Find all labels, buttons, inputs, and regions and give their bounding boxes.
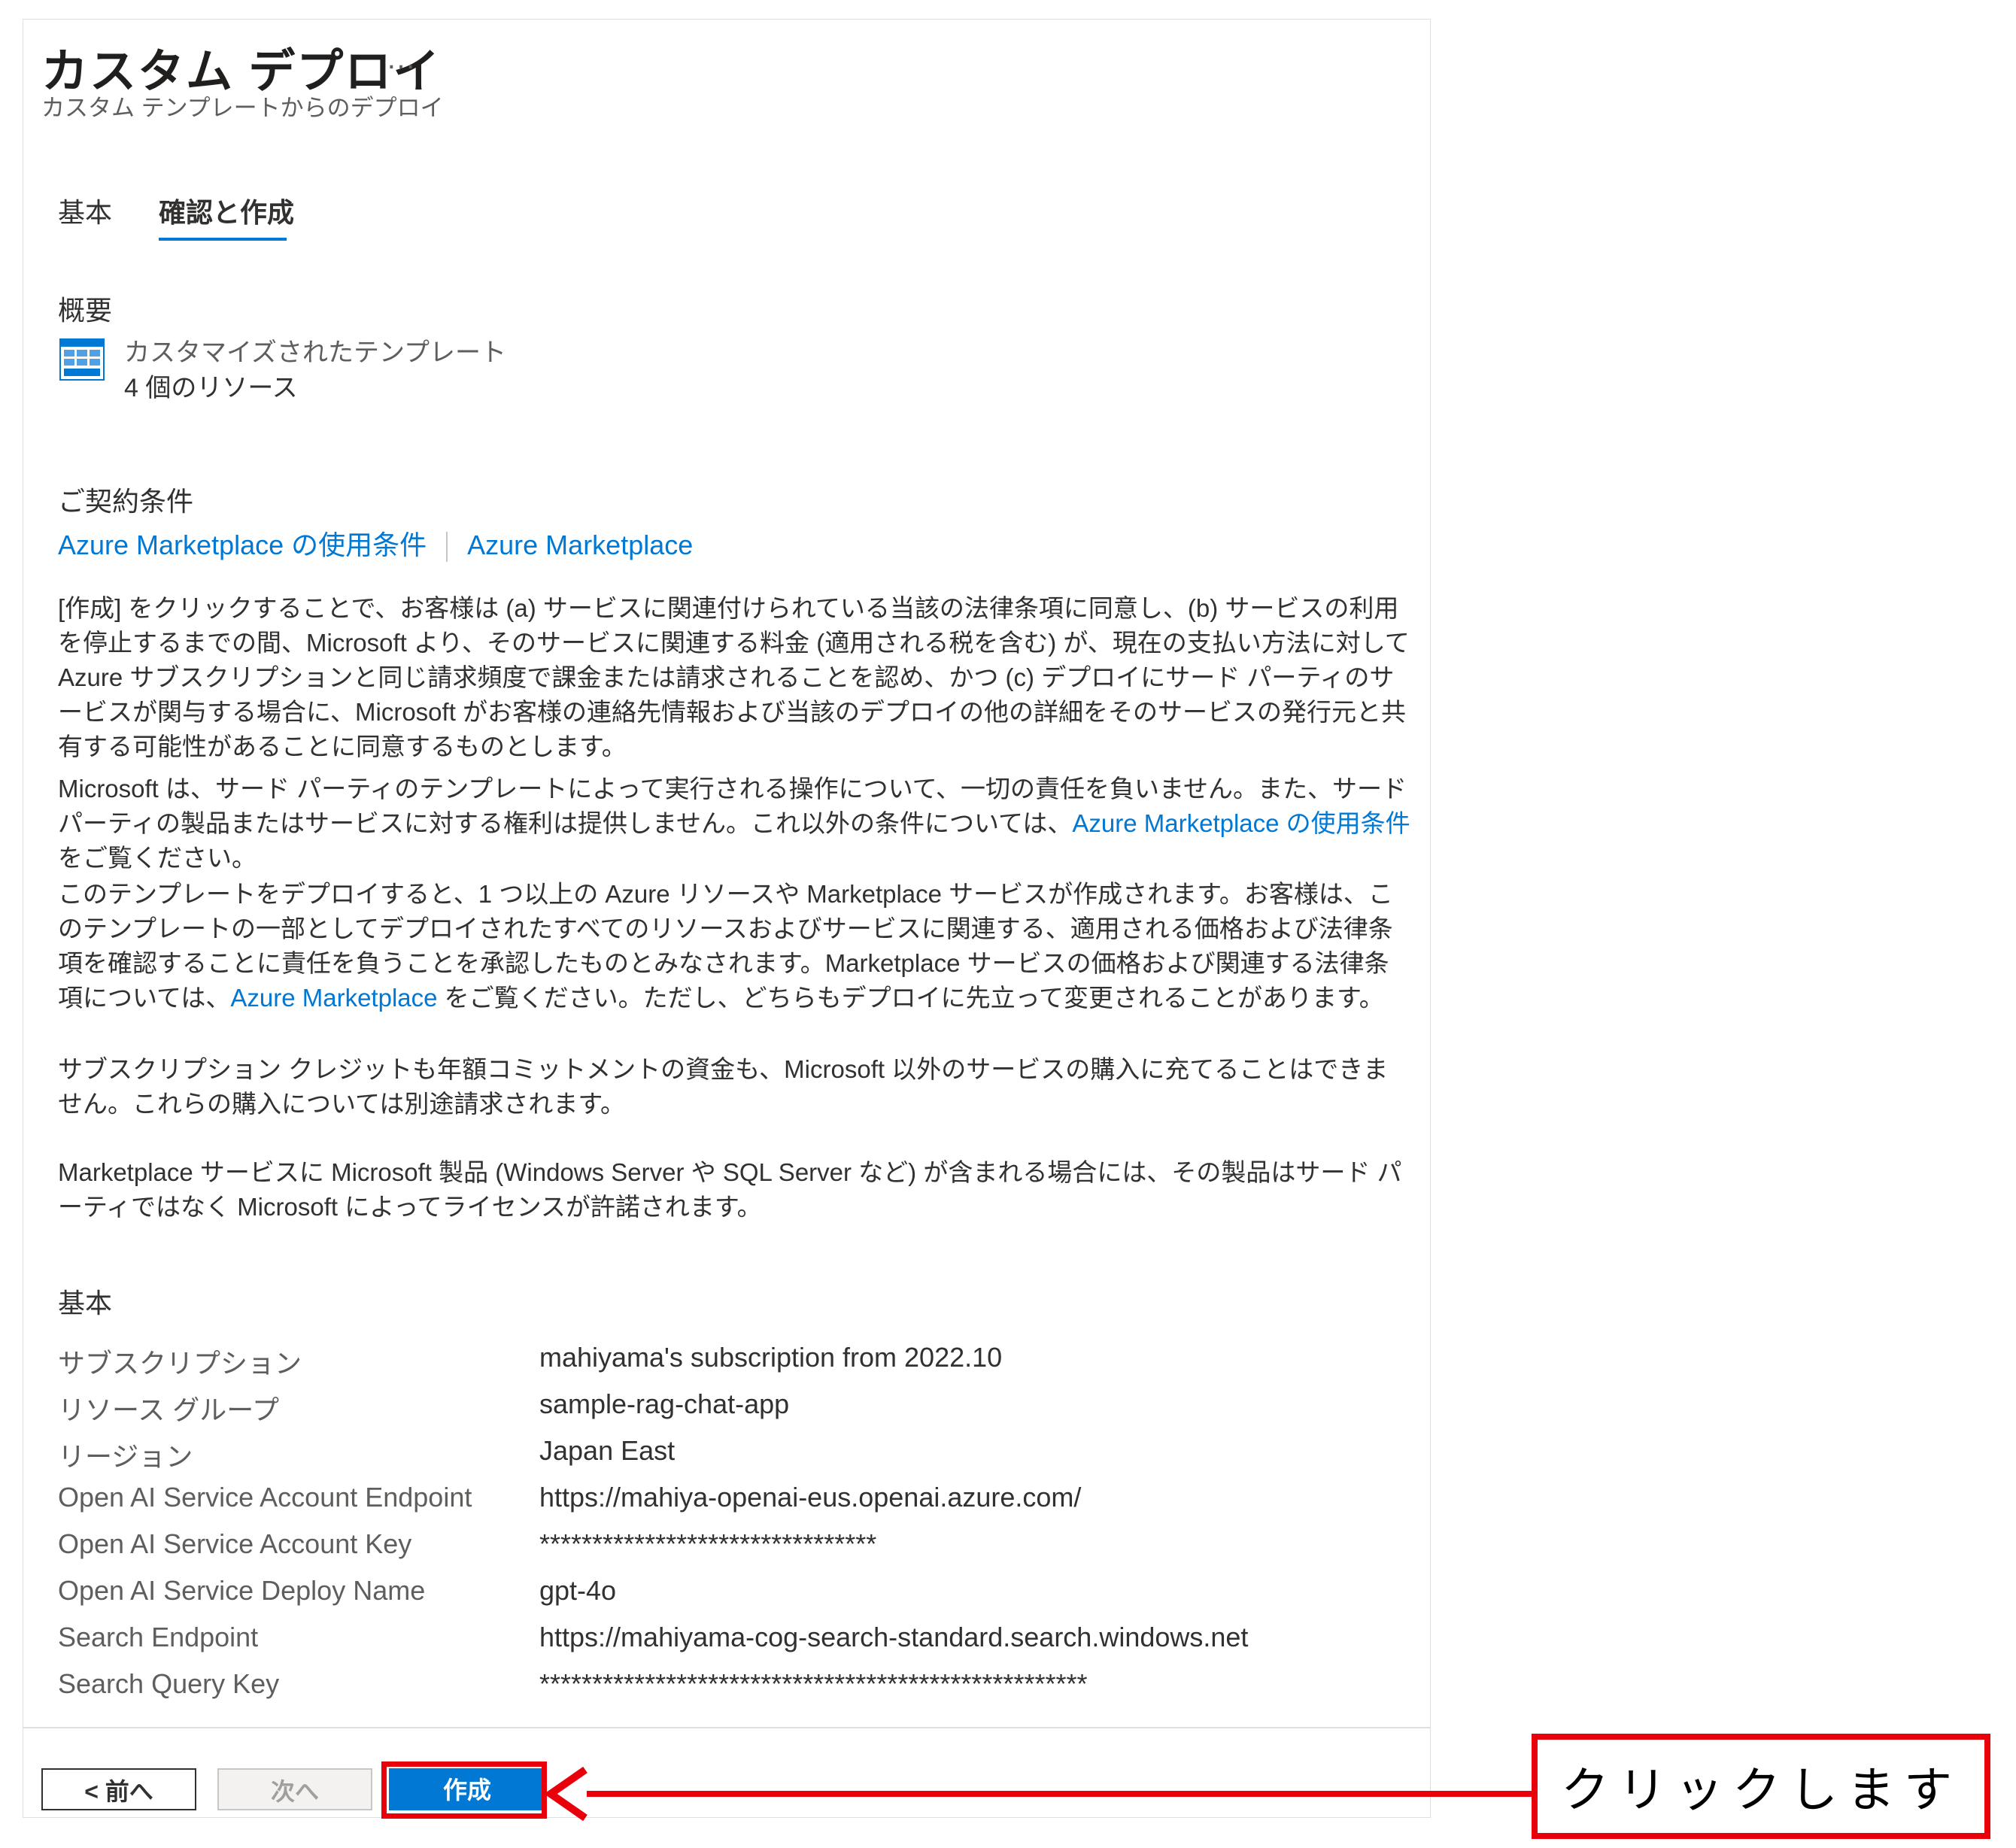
openai-key-label: Open AI Service Account Key bbox=[58, 1528, 412, 1559]
marketplace-terms-inline-link[interactable]: Azure Marketplace の使用条件 bbox=[1072, 809, 1410, 837]
search-query-key-value: ****************************************… bbox=[539, 1668, 1088, 1699]
tab-review-create[interactable]: 確認と作成 bbox=[159, 191, 294, 230]
terms-paragraph-2: Microsoft は、サード パーティのテンプレートによって実行される操作につ… bbox=[58, 772, 1412, 875]
marketplace-inline-link[interactable]: Azure Marketplace bbox=[230, 984, 437, 1012]
link-divider bbox=[446, 532, 448, 563]
terms-paragraph-5: Marketplace サービスに Microsoft 製品 (Windows … bbox=[58, 1158, 1402, 1221]
terms-paragraph-2-tail: をご覧ください。 bbox=[58, 844, 257, 872]
tab-basics[interactable]: 基本 bbox=[58, 191, 112, 230]
subscription-value: mahiyama's subscription from 2022.10 bbox=[539, 1342, 1003, 1373]
terms-paragraph-1: [作成] をクリックすることで、お客様は (a) サービスに関連付けられている当… bbox=[58, 594, 1410, 760]
resource-group-value: sample-rag-chat-app bbox=[539, 1388, 790, 1419]
terms-paragraph-3-tail: をご覧ください。ただし、どちらもデプロイに先立って変更されることがあります。 bbox=[437, 984, 1384, 1012]
next-button[interactable]: 次へ bbox=[217, 1768, 372, 1810]
page-subtitle: カスタム テンプレートからのデプロイ bbox=[41, 95, 444, 121]
terms-links: Azure Marketplace の使用条件 Azure Marketplace bbox=[58, 523, 693, 563]
search-endpoint-label: Search Endpoint bbox=[58, 1622, 259, 1652]
callout-arrow bbox=[544, 1766, 1533, 1822]
summary-heading: 概要 bbox=[58, 295, 113, 326]
summary-template-label: カスタマイズされたテンプレート bbox=[124, 338, 506, 367]
terms-heading: ご契約条件 bbox=[58, 486, 194, 517]
region-value: Japan East bbox=[539, 1435, 676, 1466]
openai-key-value: ******************************** bbox=[539, 1528, 877, 1559]
click-callout: クリックします bbox=[1532, 1734, 1990, 1839]
previous-button[interactable]: < 前へ bbox=[41, 1768, 196, 1810]
openai-deploy-name-value: gpt-4o bbox=[539, 1575, 617, 1606]
active-tab-indicator bbox=[159, 238, 287, 241]
region-label: リージョン bbox=[58, 1441, 193, 1472]
summary-resource-count: 4 個のリソース bbox=[124, 374, 298, 402]
search-query-key-label: Search Query Key bbox=[58, 1668, 280, 1699]
deploy-panel: カスタム デプロイ … カスタム テンプレートからのデプロイ 基本 確認と作成 … bbox=[23, 19, 1431, 1818]
terms-paragraph-4: サブスクリプション クレジットも年額コミットメントの資金も、Microsoft … bbox=[58, 1055, 1389, 1118]
search-endpoint-value: https://mahiyama-cog-search-standard.sea… bbox=[539, 1622, 1249, 1652]
openai-deploy-name-label: Open AI Service Deploy Name bbox=[58, 1575, 426, 1606]
openai-endpoint-label: Open AI Service Account Endpoint bbox=[58, 1482, 472, 1513]
create-button-highlight bbox=[381, 1762, 547, 1819]
basics-heading: 基本 bbox=[58, 1288, 113, 1318]
marketplace-link[interactable]: Azure Marketplace bbox=[467, 530, 693, 560]
template-icon bbox=[59, 338, 105, 381]
subscription-label: サブスクリプション bbox=[58, 1348, 302, 1379]
marketplace-terms-link[interactable]: Azure Marketplace の使用条件 bbox=[58, 530, 427, 560]
resource-group-label: リソース グループ bbox=[58, 1394, 280, 1425]
more-options-icon[interactable]: … bbox=[386, 42, 416, 76]
terms-paragraph-3: このテンプレートをデプロイすると、1 つ以上の Azure リソースや Mark… bbox=[58, 877, 1412, 1015]
openai-endpoint-value: https://mahiya-openai-eus.openai.azure.c… bbox=[539, 1482, 1082, 1513]
